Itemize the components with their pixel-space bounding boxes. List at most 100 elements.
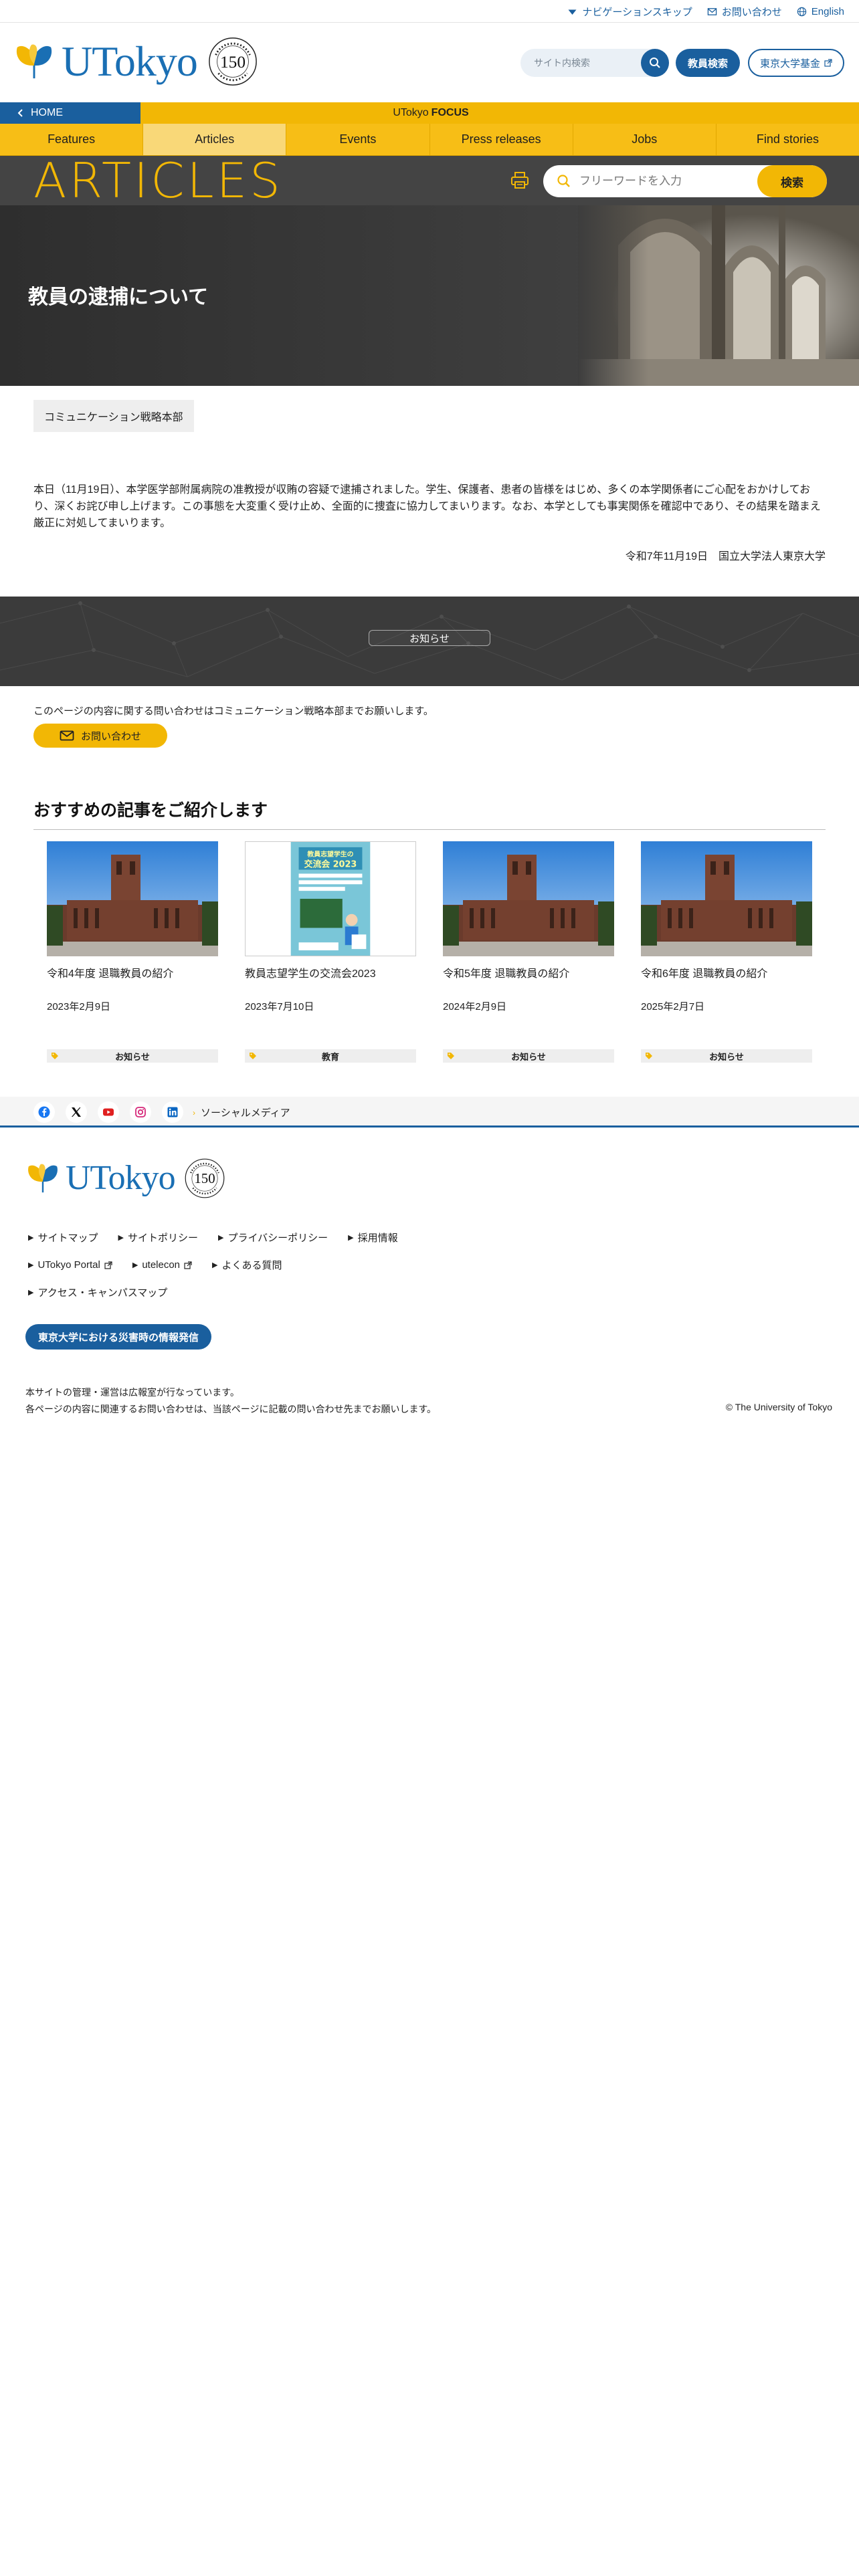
- yasuda-auditorium-image: [443, 841, 614, 956]
- recommended-card[interactable]: 令和4年度 退職教員の紹介 2023年2月9日 お知らせ: [47, 841, 218, 1063]
- article-hero: 教員の逮捕について: [0, 205, 859, 386]
- faculty-search-button[interactable]: 教員検索: [676, 49, 740, 77]
- article-search-box: 検索: [543, 165, 827, 197]
- home-link[interactable]: HOME: [0, 102, 140, 124]
- site-search-button[interactable]: [641, 49, 669, 77]
- mail-icon: [707, 7, 717, 15]
- utility-links: ナビゲーションスキップ お問い合わせ English: [567, 0, 844, 23]
- instagram-icon: [135, 1107, 146, 1117]
- footer-link-recruitment[interactable]: ▶ 採用情報: [348, 1230, 397, 1245]
- x-link[interactable]: [66, 1101, 87, 1123]
- inquiry-text: このページの内容に関する問い合わせはコミュニケーション戦略本部までお願いします。: [33, 706, 434, 717]
- nav-jobs[interactable]: Jobs: [573, 124, 717, 155]
- external-link-icon: [184, 1261, 192, 1269]
- facebook-icon: [38, 1106, 50, 1118]
- utility-bar: ナビゲーションスキップ お問い合わせ English: [0, 0, 859, 23]
- footer-link-label: サイトポリシー: [127, 1232, 198, 1244]
- footer-link-privacy-policy[interactable]: ▶ プライバシーポリシー: [218, 1230, 328, 1245]
- social-icons: [33, 1101, 183, 1123]
- article-search-button[interactable]: 検索: [757, 165, 827, 197]
- footer-link-label: よくある質問: [221, 1260, 282, 1271]
- nav-press-releases[interactable]: Press releases: [430, 124, 573, 155]
- contact-link[interactable]: お問い合わせ: [707, 5, 782, 19]
- footer-link-label: サイトマップ: [37, 1232, 98, 1244]
- card-tag-label: お知らせ: [115, 1051, 150, 1062]
- x-icon: [72, 1107, 81, 1117]
- footer-link-sitemap[interactable]: ▶ サイトマップ: [28, 1230, 98, 1245]
- svg-text:150: 150: [220, 53, 246, 72]
- card-category-tag[interactable]: お知らせ: [443, 1049, 614, 1063]
- 150th-anniversary-seal-icon: 150: [185, 1158, 225, 1198]
- triangle-right-icon: ▶: [28, 1289, 34, 1297]
- triangle-right-icon: ▶: [118, 1234, 124, 1242]
- triangle-right-icon: ▶: [348, 1234, 354, 1242]
- social-media-link[interactable]: › ソーシャルメディア: [193, 1105, 290, 1119]
- footer-link-label: utelecon: [142, 1259, 181, 1271]
- footer-utokyo-logo[interactable]: UTokyo 150: [25, 1157, 226, 1200]
- inquiry-button[interactable]: お問い合わせ: [33, 724, 167, 748]
- english-label: English: [811, 5, 844, 17]
- logo-wordmark: UTokyo: [62, 37, 198, 85]
- card-category-tag[interactable]: お知らせ: [47, 1049, 218, 1063]
- article-search-input[interactable]: [579, 175, 747, 188]
- card-category-tag[interactable]: お知らせ: [641, 1049, 812, 1063]
- facebook-link[interactable]: [33, 1101, 55, 1123]
- youtube-link[interactable]: [98, 1101, 119, 1123]
- ginkgo-leaf-icon: [28, 1164, 58, 1193]
- footer-link-utokyo-portal[interactable]: ▶ UTokyo Portal: [28, 1259, 112, 1271]
- footer-link-utelecon[interactable]: ▶ utelecon: [132, 1259, 192, 1271]
- site-search-box: [520, 49, 669, 77]
- nav-find-stories[interactable]: Find stories: [717, 124, 859, 155]
- footer-links: ▶ サイトマップ ▶ サイトポリシー ▶ プライバシーポリシー ▶ 採用情報 ▶ UTok…: [28, 1224, 630, 1306]
- recommended-card[interactable]: 教員志望学生の 交流会 2023 教員志望学生の交流会2023 2023年7月1…: [245, 841, 416, 1063]
- chevron-right-icon: ›: [193, 1107, 195, 1117]
- triangle-right-icon: ▶: [132, 1261, 138, 1269]
- disaster-info-button[interactable]: 東京大学における災害時の情報発信: [25, 1324, 211, 1350]
- linkedin-icon: [167, 1107, 178, 1117]
- poster-line2: 交流会 2023: [304, 859, 357, 870]
- footer-note-line: 本サイトの管理・運営は広報室が行なっています。: [25, 1387, 240, 1398]
- nav-events[interactable]: Events: [286, 124, 430, 155]
- card-tag-label: お知らせ: [709, 1051, 744, 1062]
- svg-text:150: 150: [194, 1171, 215, 1186]
- utokyo-fund-button[interactable]: 東京大学基金: [748, 49, 844, 77]
- print-icon[interactable]: [510, 171, 530, 191]
- recommended-card[interactable]: 令和6年度 退職教員の紹介 2025年2月7日 お知らせ: [641, 841, 812, 1063]
- site-search-input[interactable]: [534, 58, 634, 68]
- mail-icon: [60, 730, 74, 741]
- triangle-right-icon: ▶: [28, 1234, 34, 1242]
- article-body: 本日（11月19日）、本学医学部附属病院の准教授が収賄の容疑で逮捕されました。学…: [33, 484, 821, 529]
- contact-label: お問い合わせ: [721, 6, 782, 18]
- utokyo-logo[interactable]: UTokyo 150: [13, 35, 259, 88]
- nav-features[interactable]: Features: [0, 124, 144, 155]
- skip-navigation-link[interactable]: ナビゲーションスキップ: [567, 5, 692, 19]
- articles-band: ARTICLES 検索: [0, 156, 859, 205]
- search-icon: [557, 175, 570, 187]
- recommended-card[interactable]: 令和5年度 退職教員の紹介 2024年2月9日 お知らせ: [443, 841, 614, 1063]
- social-media-bar: › ソーシャルメディア: [0, 1097, 859, 1128]
- department-tag[interactable]: コミュニケーション戦略本部: [33, 400, 194, 432]
- card-date: 2023年2月9日: [47, 1001, 111, 1012]
- card-title: 令和5年度 退職教員の紹介: [443, 968, 570, 980]
- external-link-icon: [824, 59, 832, 67]
- card-title: 令和4年度 退職教員の紹介: [47, 968, 174, 980]
- english-link[interactable]: English: [797, 6, 844, 17]
- linkedin-link[interactable]: [162, 1101, 183, 1123]
- footer-link-site-policy[interactable]: ▶ サイトポリシー: [118, 1230, 197, 1245]
- recommended-heading: おすすめの記事をご紹介します: [33, 797, 826, 830]
- card-date: 2025年2月7日: [641, 1001, 705, 1012]
- footer-link-label: UTokyo Portal: [37, 1259, 100, 1271]
- focus-label-bold: FOCUS: [431, 107, 469, 118]
- card-title: 令和6年度 退職教員の紹介: [641, 968, 768, 980]
- card-category-tag[interactable]: 教育: [245, 1049, 416, 1063]
- notice-category-button[interactable]: お知らせ: [369, 630, 490, 646]
- skip-navigation-label: ナビゲーションスキップ: [582, 6, 692, 18]
- footer-note-line: 各ページの内容に関連するお問い合わせは、当該ページに記載の問い合わせ先までお願い…: [25, 1404, 437, 1414]
- instagram-link[interactable]: [130, 1101, 151, 1123]
- footer-link-faq[interactable]: ▶ よくある質問: [212, 1258, 282, 1272]
- ginkgo-leaf-icon: [16, 44, 52, 79]
- nav-articles[interactable]: Articles: [143, 124, 287, 155]
- page-title: 教員の逮捕について: [28, 286, 209, 308]
- footer-row: ▶ UTokyo Portal ▶ utelecon ▶ よくある質問: [28, 1251, 630, 1279]
- footer-link-access-map[interactable]: ▶ アクセス・キャンパスマップ: [28, 1285, 167, 1299]
